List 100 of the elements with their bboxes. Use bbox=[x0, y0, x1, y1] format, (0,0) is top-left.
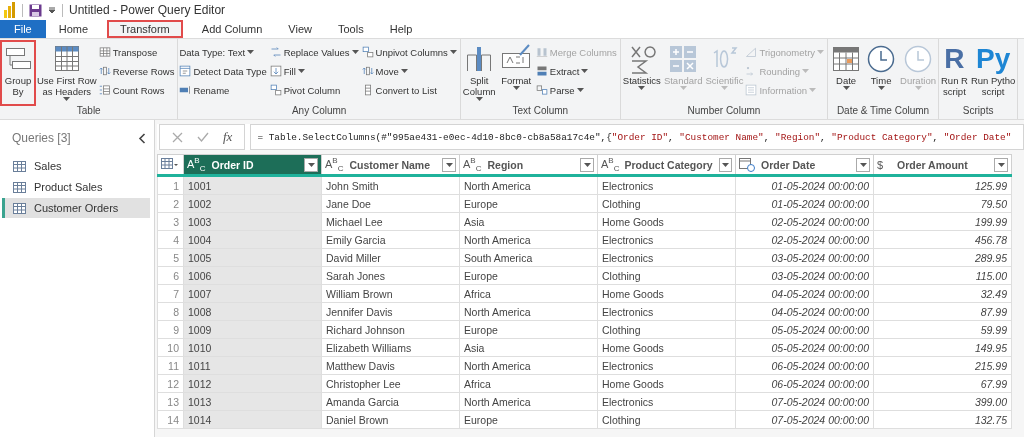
clock-icon bbox=[902, 43, 934, 75]
filter-button[interactable] bbox=[856, 157, 870, 172]
caret-icon bbox=[400, 69, 408, 73]
table-icon bbox=[13, 160, 26, 172]
caret-icon bbox=[247, 50, 255, 54]
save-icon[interactable] bbox=[29, 3, 42, 17]
group-label: Table bbox=[75, 105, 102, 118]
swap-icon bbox=[269, 46, 282, 58]
query-item[interactable]: Product Sales bbox=[2, 177, 150, 197]
window-title: Untitled - Power Query Editor bbox=[69, 3, 226, 17]
caret-icon bbox=[997, 162, 1005, 167]
count-icon bbox=[98, 84, 111, 96]
group-label: Any Column bbox=[290, 105, 348, 118]
app-logo-icon bbox=[4, 2, 16, 18]
table-icon bbox=[98, 46, 111, 58]
function-button[interactable]: fx bbox=[223, 129, 233, 145]
rename-icon bbox=[179, 84, 192, 96]
script-logo-icon: R bbox=[944, 43, 965, 75]
ribbon-button[interactable]: R Run R script bbox=[940, 41, 969, 105]
caret-icon bbox=[307, 162, 315, 167]
script-logo-icon: Py bbox=[976, 43, 1011, 75]
caret-icon bbox=[581, 69, 589, 73]
panel-title: Queries [3] bbox=[12, 131, 71, 145]
ribbon-button[interactable]: Rename bbox=[179, 81, 232, 99]
ribbon-button[interactable]: Convert to List bbox=[361, 81, 439, 99]
calendar-clock-icon bbox=[739, 157, 755, 172]
filter-button[interactable] bbox=[304, 157, 318, 172]
caret-icon bbox=[842, 86, 850, 90]
parse-icon bbox=[535, 84, 548, 96]
ribbon-button[interactable]: Time bbox=[864, 41, 899, 105]
type-icon: $ bbox=[877, 158, 891, 171]
filter-button[interactable] bbox=[580, 157, 594, 172]
ribbon-button[interactable]: Transpose bbox=[98, 43, 160, 61]
ribbon-button[interactable]: Detect Data Type bbox=[179, 62, 269, 80]
triangle-icon bbox=[745, 46, 758, 58]
ribbon-button[interactable]: Move bbox=[361, 62, 410, 80]
filter-button[interactable] bbox=[442, 157, 456, 172]
caret-icon bbox=[859, 162, 867, 167]
table-menu-icon[interactable] bbox=[161, 158, 179, 169]
filter-button[interactable] bbox=[994, 157, 1008, 172]
ribbon-button[interactable]: Extract bbox=[535, 62, 591, 80]
table-icon bbox=[13, 202, 26, 214]
group-label: Number Column bbox=[686, 105, 762, 118]
caret-icon bbox=[512, 86, 520, 90]
ribbon-button[interactable]: Replace Values bbox=[269, 43, 361, 61]
ribbon-button[interactable]: Fill bbox=[269, 62, 307, 80]
caret-icon bbox=[914, 86, 922, 90]
caret-icon bbox=[351, 50, 359, 54]
query-item[interactable]: Customer Orders bbox=[2, 198, 150, 218]
ribbon-button[interactable]: Group By bbox=[1, 41, 35, 105]
pivot-icon bbox=[269, 84, 282, 96]
ribbon-tab[interactable]: Transform bbox=[107, 20, 183, 38]
info-icon bbox=[745, 84, 758, 96]
caret-icon bbox=[721, 162, 729, 167]
ribbon-button[interactable]: Pivot Column bbox=[269, 81, 343, 99]
caret-icon bbox=[817, 50, 825, 54]
group-label: Scripts bbox=[961, 105, 995, 118]
column-header[interactable]: A$^{B}$$_{C}$ Customer Name bbox=[321, 154, 460, 176]
filter-button[interactable] bbox=[718, 157, 732, 172]
column-header[interactable]: A$^{B}$$_{C}$ Region bbox=[459, 154, 598, 176]
caret-icon bbox=[802, 69, 810, 73]
collapse-icon[interactable] bbox=[138, 132, 146, 144]
group-label: Date & Time Column bbox=[835, 105, 931, 118]
check-icon[interactable] bbox=[197, 132, 209, 142]
group-label: Text Column bbox=[511, 105, 570, 118]
query-item[interactable]: Sales bbox=[2, 156, 150, 176]
ribbon-button[interactable]: Split Column bbox=[461, 41, 497, 105]
ribbon-button[interactable]: Unpivot Columns bbox=[361, 43, 459, 61]
file-tab[interactable]: File bbox=[0, 20, 46, 38]
caret-icon bbox=[877, 86, 885, 90]
ribbon-button[interactable]: Use First Row as Headers bbox=[36, 41, 98, 105]
ribbon-button[interactable]: Parse bbox=[535, 81, 586, 99]
arrows-icon bbox=[98, 65, 111, 77]
pivot-icon bbox=[361, 46, 374, 58]
caret-icon bbox=[679, 86, 687, 90]
caret-icon bbox=[63, 97, 71, 101]
column-header[interactable]: Order Date bbox=[735, 154, 874, 176]
caret-icon bbox=[445, 162, 453, 167]
ribbon-button[interactable]: Date bbox=[829, 41, 864, 105]
ribbon-button[interactable]: Py Run Pytho script bbox=[969, 41, 1017, 105]
column-header[interactable]: A$^{B}$$_{C}$ Product Category bbox=[597, 154, 736, 176]
caret-icon bbox=[583, 162, 591, 167]
ribbon-button[interactable]: Statistics bbox=[621, 41, 662, 105]
caret-icon bbox=[720, 86, 728, 90]
ribbon-button[interactable]: Format bbox=[499, 41, 534, 105]
caret-icon[interactable] bbox=[48, 6, 56, 14]
ribbon-button[interactable]: Count Rows bbox=[98, 81, 167, 99]
detect-icon bbox=[179, 65, 192, 77]
caret-icon bbox=[297, 69, 305, 73]
extract-icon bbox=[535, 65, 548, 77]
arrows-icon bbox=[361, 65, 374, 77]
column-header[interactable]: A$^{B}$$_{C}$ Order ID bbox=[183, 154, 322, 176]
column-header[interactable]: $ Order Amount bbox=[873, 154, 1012, 176]
table-icon bbox=[13, 181, 26, 193]
formula-field[interactable]: = Table.SelectColumns(#"995ae431-e0ec-4d10-8bc0-cb8a58a17c4e",{"Order ID", "Customer Name", "Region", "Product Category", "Order Date" bbox=[250, 124, 1024, 150]
caret-icon bbox=[475, 97, 483, 101]
merge-icon bbox=[535, 46, 548, 58]
ribbon-button[interactable]: Reverse Rows bbox=[98, 62, 177, 80]
ribbon-button[interactable]: Data Type: Text bbox=[179, 43, 257, 61]
caret-icon bbox=[449, 50, 457, 54]
